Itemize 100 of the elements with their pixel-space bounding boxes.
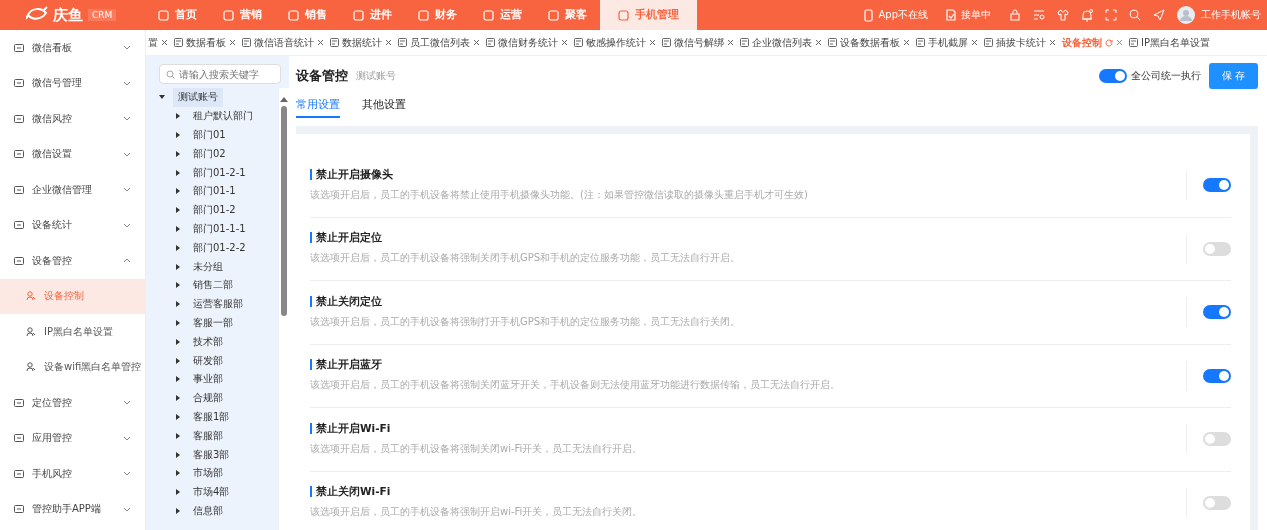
toggle-switch[interactable] bbox=[1203, 305, 1231, 320]
tree-node[interactable]: 客服部 bbox=[193, 428, 223, 443]
page-tab[interactable]: 微信财务统计 bbox=[486, 35, 568, 50]
page-tab[interactable]: 置 bbox=[148, 35, 168, 50]
caret-right-icon[interactable] bbox=[175, 470, 181, 477]
close-icon[interactable] bbox=[317, 39, 324, 46]
toggle-switch[interactable] bbox=[1203, 241, 1231, 256]
toggle-switch[interactable] bbox=[1098, 69, 1127, 83]
close-icon[interactable] bbox=[1116, 39, 1123, 46]
close-icon[interactable] bbox=[385, 39, 392, 46]
close-icon[interactable] bbox=[727, 39, 734, 46]
caret-right-icon[interactable] bbox=[175, 376, 181, 383]
caret-right-icon[interactable] bbox=[175, 432, 181, 439]
sidebar-subitem[interactable]: 设备wifi黑白名单管控 bbox=[0, 349, 145, 385]
scroll-up-icon[interactable] bbox=[280, 96, 288, 102]
sidebar-item[interactable]: 微信看板 bbox=[0, 30, 145, 66]
send-icon[interactable] bbox=[1153, 9, 1165, 21]
tree-node[interactable]: 市场部 bbox=[193, 466, 223, 481]
page-tab[interactable]: 插拔卡统计 bbox=[984, 35, 1056, 50]
caret-right-icon[interactable] bbox=[175, 395, 181, 402]
caret-right-icon[interactable] bbox=[175, 282, 181, 289]
caret-right-icon[interactable] bbox=[175, 338, 181, 345]
page-tab[interactable]: 微信号解绑 bbox=[662, 35, 734, 50]
caret-right-icon[interactable] bbox=[175, 357, 181, 364]
caret-right-icon[interactable] bbox=[175, 263, 181, 270]
caret-right-icon[interactable] bbox=[175, 301, 181, 308]
tree-node[interactable]: 事业部 bbox=[193, 372, 223, 387]
page-tab[interactable]: 数据统计 bbox=[330, 35, 392, 50]
tree-node[interactable]: 租户默认部门 bbox=[193, 109, 253, 124]
tree-node[interactable]: 部门01-1-1 bbox=[193, 221, 246, 236]
tree-node[interactable]: 信息部 bbox=[193, 503, 223, 518]
tree-node[interactable]: 销售二部 bbox=[193, 278, 233, 293]
tree-node[interactable]: 运营客服部 bbox=[193, 297, 243, 312]
close-icon[interactable] bbox=[473, 39, 480, 46]
page-tab[interactable]: 设备数据看板 bbox=[828, 35, 910, 50]
tree-node[interactable]: 测试账号 bbox=[173, 88, 223, 108]
settings-tab[interactable]: 其他设置 bbox=[362, 93, 406, 118]
caret-right-icon[interactable] bbox=[175, 225, 181, 232]
tree-node[interactable]: 部门01 bbox=[193, 128, 226, 142]
caret-right-icon[interactable] bbox=[175, 244, 181, 251]
sidebar-item[interactable]: 设备统计 bbox=[0, 207, 145, 243]
close-icon[interactable] bbox=[1049, 39, 1056, 46]
sidebar-item[interactable]: 微信设置 bbox=[0, 136, 145, 172]
caret-right-icon[interactable] bbox=[175, 169, 181, 176]
caret-right-icon[interactable] bbox=[175, 507, 181, 514]
page-tab[interactable]: 敏感操作统计 bbox=[574, 35, 656, 50]
sidebar-item[interactable]: 微信风控 bbox=[0, 101, 145, 137]
caret-right-icon[interactable] bbox=[175, 113, 181, 120]
caret-right-icon[interactable] bbox=[175, 451, 181, 458]
scrollbar[interactable] bbox=[279, 88, 289, 530]
close-icon[interactable] bbox=[161, 39, 168, 46]
tree-node[interactable]: 客服3部 bbox=[193, 447, 230, 462]
close-icon[interactable] bbox=[971, 39, 978, 46]
close-icon[interactable] bbox=[561, 39, 568, 46]
sidebar-item[interactable]: 企业微信管理 bbox=[0, 172, 145, 208]
sidebar-item[interactable]: 管控助手APP端 bbox=[0, 491, 145, 527]
tree-node[interactable]: 客服一部 bbox=[193, 315, 233, 330]
toggle-switch[interactable] bbox=[1203, 432, 1231, 447]
caret-down-icon[interactable] bbox=[159, 94, 165, 101]
close-icon[interactable] bbox=[903, 39, 910, 46]
bell-icon[interactable] bbox=[1081, 8, 1093, 22]
caret-right-icon[interactable] bbox=[175, 489, 181, 496]
tree-node[interactable]: 市场4部 bbox=[193, 485, 230, 500]
toggle-switch[interactable] bbox=[1203, 495, 1231, 510]
tree-node[interactable]: 技术部 bbox=[193, 334, 223, 349]
close-icon[interactable] bbox=[649, 39, 656, 46]
sidebar-subitem[interactable]: IP黑白名单设置 bbox=[0, 314, 145, 350]
sidebar-item[interactable]: 手机风控 bbox=[0, 456, 145, 492]
avatar-icon[interactable] bbox=[1177, 6, 1195, 24]
tree-node[interactable]: 未分组 bbox=[193, 259, 223, 274]
caret-right-icon[interactable] bbox=[175, 319, 181, 326]
shirt-icon[interactable] bbox=[1057, 9, 1069, 21]
sidebar-item[interactable]: 微信号管理 bbox=[0, 65, 145, 101]
tree-node[interactable]: 部门01-2-1 bbox=[193, 165, 246, 180]
tree-node[interactable]: 部门01-2-2 bbox=[193, 240, 246, 255]
search-icon[interactable] bbox=[1129, 9, 1141, 21]
tree-node[interactable]: 部门01-1 bbox=[193, 184, 236, 199]
caret-right-icon[interactable] bbox=[175, 207, 181, 214]
tree-node[interactable]: 部门01-2 bbox=[193, 203, 236, 218]
caret-right-icon[interactable] bbox=[175, 132, 181, 138]
page-tab[interactable]: 微信语音统计 bbox=[242, 35, 324, 50]
page-tab[interactable]: 企业微信列表 bbox=[740, 35, 822, 50]
caret-right-icon[interactable] bbox=[175, 150, 181, 157]
tree-node[interactable]: 研发部 bbox=[193, 353, 223, 368]
tree-node[interactable]: 客服1部 bbox=[193, 409, 230, 424]
sidebar-item[interactable]: 应用管控 bbox=[0, 420, 145, 456]
page-tab[interactable]: 手机截屏 bbox=[916, 35, 978, 50]
page-tab[interactable]: IP黑白名单设置 bbox=[1129, 35, 1210, 50]
page-tab[interactable]: 数据看板 bbox=[174, 35, 236, 50]
settings-tab[interactable]: 常用设置 bbox=[296, 93, 340, 118]
tree-node[interactable]: 合规部 bbox=[193, 391, 223, 406]
tree-node[interactable]: 部门02 bbox=[193, 146, 226, 161]
toggle-switch[interactable] bbox=[1203, 368, 1231, 383]
sidebar-item[interactable]: 定位管控 bbox=[0, 385, 145, 421]
caret-right-icon[interactable] bbox=[175, 413, 181, 420]
refresh-icon[interactable] bbox=[1105, 38, 1113, 47]
sidebar-item[interactable]: 设备管控 bbox=[0, 243, 145, 279]
page-tab[interactable]: 员工微信列表 bbox=[398, 35, 480, 50]
search-field[interactable]: 请输入搜索关键字 bbox=[159, 64, 281, 84]
toggle-switch[interactable] bbox=[1203, 178, 1231, 193]
